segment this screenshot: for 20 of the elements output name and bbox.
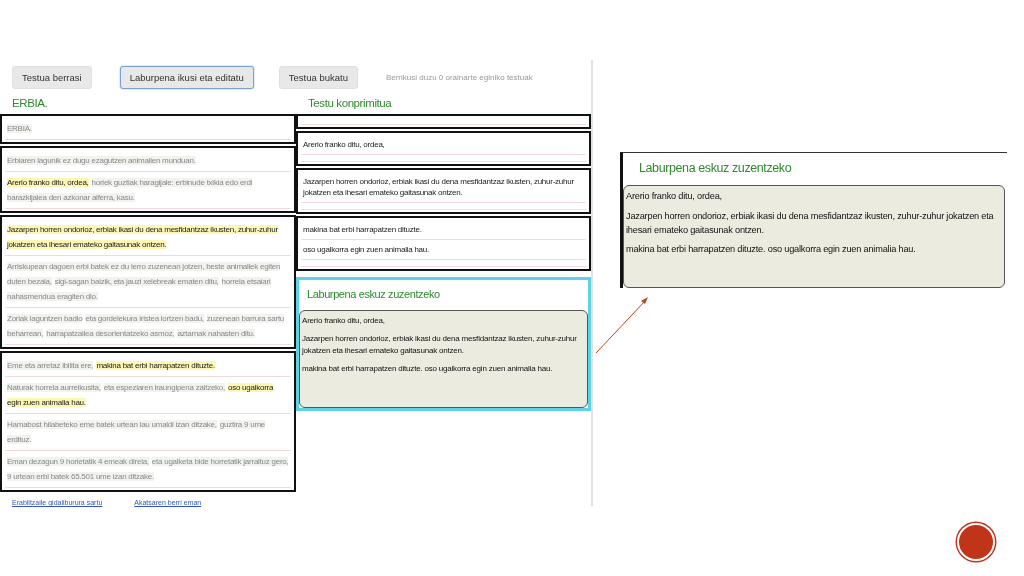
slide-badge-icon [957, 523, 995, 561]
sentence: ERBIA. [5, 118, 291, 140]
toolbar-button[interactable]: Testua berrasi [12, 66, 92, 89]
toolbar-button[interactable]: Testua bukatu [278, 66, 358, 89]
sentence: Erbiaren lagunik ez dugu ezagutzen animalien munduan. [5, 150, 291, 172]
sentence: Arriskupean dagoen erbi batek ez du lerro zuzenean jotzen, beste animaliek egiten duten bezala, sigi-sagan baizik, eta jauzi xelebreak ematen ditu, horrela etsaiari nahasmendua eragiten dio. [5, 256, 291, 308]
leader-arrow [595, 297, 648, 354]
toolbar-button[interactable]: Laburpena ikusi eta editatu [119, 66, 254, 89]
summary-field: Arerio franko ditu, ordea, Jazarpen horren ondorioz, erbiak ikasi du dena mesfidantzaz ikusten, zuhur-zuhur jokatzen eta ihesari emateko gaitasunak ontzen. makina bat erbi harrapatzen dituzte. oso ugalkorra egin zuen animalia hau. [623, 185, 1005, 288]
sentence: Eme eta arretaz ibilita ere, makina bat erbi harrapatzen dituzte. [5, 355, 291, 377]
sentence: Arerio franko ditu, ordea, [301, 135, 586, 155]
summary-field[interactable]: Arerio franko ditu, ordea, Jazarpen horren ondorioz, erbiak ikasi du dena mesfidantzaz ikusten, zuhur-zuhur jokatzen eta ihesari emateko gaitasunak ontzen. makina bat erbi harrapatzen dituzte. oso ugalkorra egin zuen animalia hau. [299, 310, 588, 408]
column-heading: ERBIA. [11, 96, 49, 111]
status-text: Berrikusi duzu 0 orainarte eginiko testuak [385, 73, 533, 82]
sentence: oso ugalkorra egin zuen animalia hau. [301, 240, 586, 260]
editor-title: Laburpena eskuz zuzentzeko [306, 287, 441, 302]
sentence: Jazarpen horren ondorioz, erbiak ikasi du dena mesfidantzaz ikusten, zuhur-zuhur jokatzen eta ihesari emateko gaitasunak ontzen. [301, 172, 586, 203]
column-heading: Testu konprimitua [307, 96, 393, 111]
editor-title: Laburpena eskuz zuzentzeko [638, 160, 793, 177]
sentence: makina bat erbi harrapatzen dituzte. [301, 220, 586, 240]
